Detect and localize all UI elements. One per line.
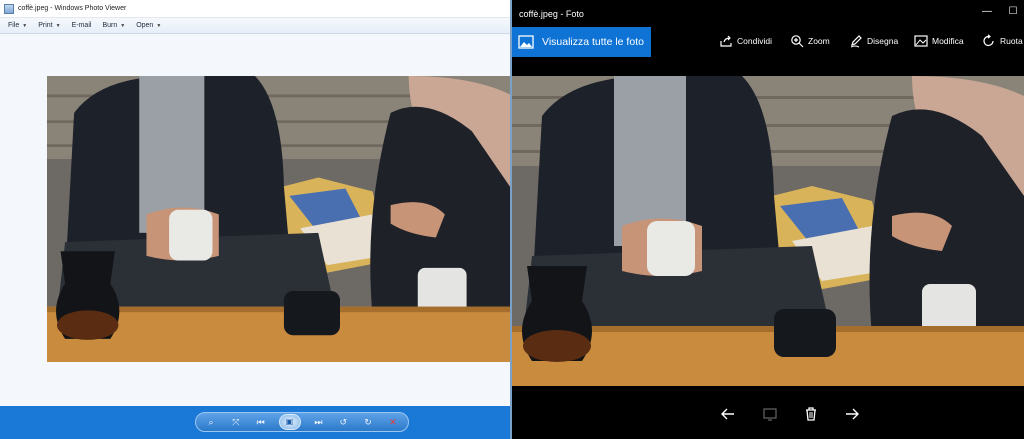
- view-all-photos-button[interactable]: Visualizza tutte le foto: [512, 27, 651, 57]
- menu-label: File: [8, 22, 20, 29]
- zoom-label: Zoom: [808, 36, 830, 46]
- rotate-label: Ruota: [1000, 36, 1023, 46]
- view-all-photos-label: Visualizza tutte le foto: [542, 36, 644, 48]
- command-bar: Visualizza tutte le foto Condividi Zoom …: [512, 27, 1024, 57]
- edit-label: Modifica: [932, 36, 964, 46]
- toolbar-controls: ⌕ ⤧ ⏮ ▣ ⏭ ↺ ↻ ✕: [195, 412, 409, 432]
- dropdown-arrow-icon: ▼: [156, 22, 162, 29]
- title-bar: coffè.jpeg - Foto: [512, 0, 1024, 27]
- edit-icon: [914, 35, 928, 47]
- back-arrow-icon[interactable]: [718, 404, 738, 424]
- coffee-photo-art: [512, 76, 1024, 386]
- photos-icon: [518, 35, 534, 49]
- coffee-photo: [47, 76, 510, 362]
- menu-label: E-mail: [71, 22, 92, 29]
- fit-icon[interactable]: ⤧: [229, 416, 243, 428]
- viewer-toolbar: ⌕ ⤧ ⏮ ▣ ⏭ ↺ ↻ ✕: [0, 406, 510, 439]
- window-title: coffè.jpeg - Windows Photo Viewer: [18, 5, 127, 12]
- window-title: coffè.jpeg - Foto: [519, 8, 584, 19]
- title-bar: coffè.jpeg - Windows Photo Viewer: [0, 0, 510, 18]
- share-icon: [720, 35, 732, 47]
- rotate-icon: [983, 34, 994, 47]
- navigation-bar: [512, 398, 1024, 432]
- menu-file[interactable]: File ▼: [8, 22, 27, 29]
- zoom-button[interactable]: Zoom: [790, 34, 830, 48]
- image-viewport: [0, 34, 510, 406]
- menu-open[interactable]: Open ▼: [136, 22, 161, 29]
- slideshow-icon[interactable]: [760, 404, 780, 424]
- rotate-button[interactable]: Ruota: [982, 34, 1023, 48]
- dropdown-arrow-icon: ▼: [22, 22, 28, 29]
- draw-label: Disegna: [867, 36, 899, 46]
- coffee-photo-art: [47, 76, 510, 362]
- menu-bar: File ▼ Print ▼ E-mail Burn ▼ Open ▼: [0, 18, 510, 34]
- photo-viewer-app-icon: [4, 3, 14, 14]
- menu-label: Burn: [102, 22, 118, 29]
- minimize-icon[interactable]: —: [980, 5, 994, 19]
- delete-icon[interactable]: ✕: [386, 416, 400, 428]
- rotate-right-icon[interactable]: ↻: [361, 416, 375, 428]
- slideshow-icon[interactable]: ▣: [278, 414, 301, 430]
- rotate-left-icon[interactable]: ↺: [336, 416, 350, 428]
- draw-button[interactable]: Disegna: [849, 34, 898, 48]
- menu-email[interactable]: E-mail: [72, 22, 92, 29]
- maximize-icon[interactable]: ☐: [1006, 5, 1020, 19]
- menu-label: Print: [38, 22, 53, 29]
- menu-print[interactable]: Print ▼: [38, 22, 60, 29]
- coffee-photo: [512, 76, 1024, 386]
- menu-burn[interactable]: Burn ▼: [102, 22, 125, 29]
- share-label: Condividi: [737, 36, 772, 46]
- draw-icon: [850, 35, 862, 48]
- windows-photo-viewer-window: coffè.jpeg - Windows Photo Viewer File ▼ …: [0, 0, 512, 439]
- delete-icon[interactable]: [801, 404, 821, 424]
- zoom-icon[interactable]: ⌕: [204, 416, 218, 428]
- zoom-icon: [791, 35, 804, 48]
- dropdown-arrow-icon: ▼: [55, 22, 61, 29]
- forward-arrow-icon[interactable]: [842, 404, 862, 424]
- share-button[interactable]: Condividi: [719, 34, 772, 48]
- edit-button[interactable]: Modifica: [914, 34, 964, 48]
- menu-label: Open: [136, 22, 154, 29]
- dropdown-arrow-icon: ▼: [120, 22, 126, 29]
- foto-app-window: coffè.jpeg - Foto — ☐ Visualizza tutte l…: [512, 0, 1024, 439]
- next-icon[interactable]: ⏭: [311, 416, 325, 428]
- previous-icon[interactable]: ⏮: [254, 416, 268, 428]
